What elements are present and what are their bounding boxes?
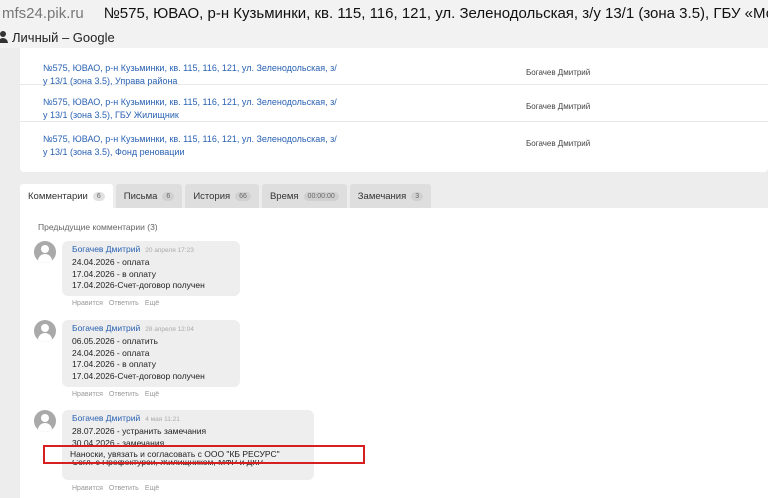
like-link[interactable]: Нравится bbox=[72, 300, 103, 307]
avatar bbox=[34, 320, 56, 342]
comment-line: 17.04.2026 - в оплату bbox=[72, 359, 157, 369]
document-link[interactable]: №575, ЮВАО, р-н Кузьминки, кв. 115, 116,… bbox=[43, 96, 343, 122]
tab-label: Комментарии bbox=[28, 190, 88, 202]
previous-comments-link[interactable]: Предыдущие комментарии (3) bbox=[38, 222, 158, 232]
more-link[interactable]: Ещё bbox=[145, 391, 159, 398]
count-badge: 3 bbox=[411, 191, 424, 201]
documents-card: №575, ЮВАО, р-н Кузьминки, кв. 115, 116,… bbox=[20, 48, 768, 172]
comment-actions: Нравится Ответить Ещё bbox=[72, 391, 165, 398]
comment-line: 06.05.2026 - оплатить bbox=[72, 336, 158, 346]
document-author: Богачев Дмитрий bbox=[526, 139, 591, 148]
tab-letters[interactable]: Письма 6 bbox=[115, 184, 183, 208]
tab-label: Письма bbox=[123, 190, 158, 202]
document-link-line: №575, ЮВАО, р-н Кузьминки, кв. 115, 116,… bbox=[43, 97, 337, 107]
comment-line: 17.04.2026-Счет-договор получен bbox=[72, 370, 205, 381]
person-icon bbox=[0, 31, 8, 43]
document-link-line: №575, ЮВАО, р-н Кузьминки, кв. 115, 116,… bbox=[43, 63, 337, 73]
comment-line: 24.04.2026 - оплата bbox=[72, 347, 150, 358]
comment-line: 28.07.2026 - устранить замечания bbox=[72, 426, 207, 436]
document-row: №575, ЮВАО, р-н Кузьминки, кв. 115, 116,… bbox=[20, 85, 768, 122]
comment-bubble: Богачев Дмитрий 28 апреля 12:04 06.05.202… bbox=[62, 320, 240, 387]
highlight-box bbox=[43, 445, 365, 464]
tab-bar: Комментарии 6 Письма 6 История 66 Время … bbox=[20, 184, 434, 208]
tab-label: История bbox=[193, 190, 231, 202]
comment-line: 17.04.2026-Счет-договор получен bbox=[72, 280, 205, 290]
reply-link[interactable]: Ответить bbox=[109, 300, 139, 307]
time-badge: 00:00:00 bbox=[303, 191, 339, 201]
comment-author[interactable]: Богачев Дмитрий bbox=[72, 244, 140, 254]
comment-date: 20 апреля 17:23 bbox=[145, 247, 194, 254]
tab-history[interactable]: История 66 bbox=[185, 184, 259, 208]
profile-label: Личный – Google bbox=[12, 29, 115, 45]
comment-line: 17.04.2026 - в оплату bbox=[72, 268, 157, 279]
document-link-line: у 13/1 (зона 3.5), ГБУ Жилищник bbox=[43, 110, 179, 120]
document-row: №575, ЮВАО, р-н Кузьминки, кв. 115, 116,… bbox=[20, 48, 768, 86]
comment-date: 28 апреля 12:04 bbox=[145, 326, 194, 333]
more-link[interactable]: Ещё bbox=[145, 300, 159, 307]
like-link[interactable]: Нравится bbox=[72, 485, 103, 492]
comment-line: 24.04.2026 - оплата bbox=[72, 257, 150, 267]
tab-comments[interactable]: Комментарии 6 bbox=[20, 184, 113, 208]
document-link-line: у 13/1 (зона 3.5), Фонд реновации bbox=[43, 147, 185, 157]
comment-author[interactable]: Богачев Дмитрий bbox=[72, 323, 140, 333]
count-badge: 66 bbox=[235, 191, 251, 201]
document-row: №575, ЮВАО, р-н Кузьминки, кв. 115, 116,… bbox=[20, 122, 768, 158]
count-badge: 6 bbox=[92, 191, 105, 201]
avatar bbox=[34, 241, 56, 263]
browser-profile-bar: Личный – Google bbox=[0, 26, 768, 48]
tab-label: Время bbox=[269, 190, 299, 202]
tab-time[interactable]: Время 00:00:00 bbox=[261, 184, 347, 208]
count-badge: 6 bbox=[162, 191, 175, 201]
reply-link[interactable]: Ответить bbox=[109, 485, 139, 492]
window-title-bar: mfs24.pik.ru №575, ЮВАО, р-н Кузьминки, … bbox=[0, 0, 768, 26]
more-link[interactable]: Ещё bbox=[145, 485, 159, 492]
comment-date: 4 мая 11:21 bbox=[145, 416, 180, 423]
tab-label: Замечания bbox=[357, 190, 407, 202]
document-link[interactable]: №575, ЮВАО, р-н Кузьминки, кв. 115, 116,… bbox=[43, 133, 343, 159]
comment-bubble: Богачев Дмитрий 20 апреля 17:23 24.04.202… bbox=[62, 241, 240, 296]
like-link[interactable]: Нравится bbox=[72, 391, 103, 398]
document-link-line: №575, ЮВАО, р-н Кузьминки, кв. 115, 116,… bbox=[43, 134, 337, 144]
site-domain: mfs24.pik.ru bbox=[2, 4, 84, 22]
reply-link[interactable]: Ответить bbox=[109, 391, 139, 398]
comment-actions: Нравится Ответить Ещё bbox=[72, 300, 165, 307]
page-title: №575, ЮВАО, р-н Кузьминки, кв. 115, 116,… bbox=[103, 4, 768, 22]
avatar bbox=[34, 410, 56, 432]
document-author: Богачев Дмитрий bbox=[526, 68, 591, 77]
tab-remarks[interactable]: Замечания 3 bbox=[349, 184, 432, 208]
comment-actions: Нравится Ответить Ещё bbox=[72, 485, 165, 492]
comment-author[interactable]: Богачев Дмитрий bbox=[72, 413, 140, 423]
document-author: Богачев Дмитрий bbox=[526, 102, 591, 111]
